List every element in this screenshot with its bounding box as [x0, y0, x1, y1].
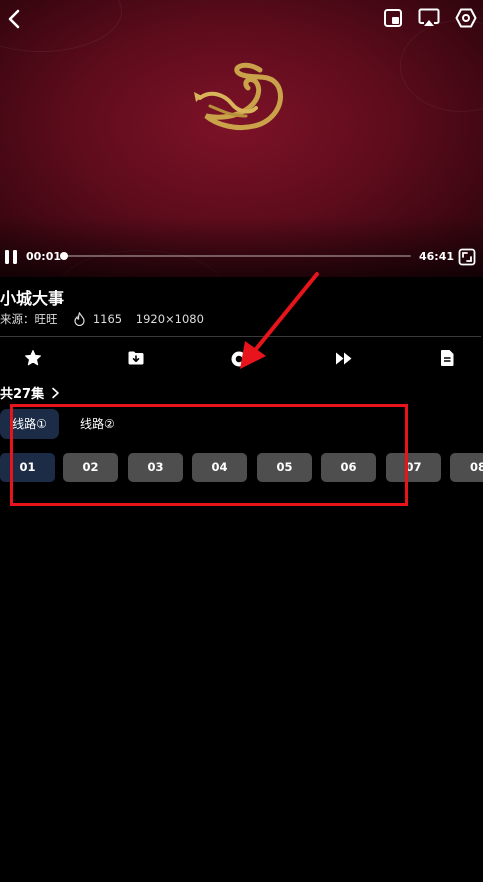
video-meta: 来源：旺旺 1165 1920×1080: [0, 311, 204, 327]
back-icon[interactable]: [4, 8, 24, 30]
view-count: 1165: [92, 312, 123, 326]
phoenix-logo: [194, 62, 283, 131]
chevron-right-icon: [51, 387, 59, 399]
episode-count-link[interactable]: 共27集: [0, 383, 60, 402]
annotation-highlight-box: [10, 404, 408, 506]
cast-screen-icon[interactable]: [418, 7, 440, 29]
total-time: 46:41: [419, 250, 455, 263]
progress-handle[interactable]: [60, 252, 68, 260]
picture-in-picture-icon[interactable]: [383, 8, 403, 28]
settings-icon[interactable]: [455, 7, 477, 29]
video-player[interactable]: 00:01 46:41: [0, 0, 483, 277]
background-cloud-decoration: [400, 20, 483, 112]
fast-forward-icon[interactable]: [335, 351, 353, 366]
fullscreen-icon[interactable]: [458, 248, 476, 266]
progress-bar[interactable]: [63, 255, 411, 257]
video-title: 小城大事: [0, 289, 65, 308]
resolution-label: 1920×1080: [135, 312, 204, 326]
pause-icon[interactable]: [3, 249, 19, 265]
document-icon[interactable]: [440, 349, 455, 367]
episode-count-label: 共27集: [0, 387, 45, 402]
current-time: 00:01: [26, 250, 62, 263]
episode-button[interactable]: 08: [450, 453, 483, 482]
star-icon[interactable]: [24, 349, 42, 367]
annotation-arrow: [240, 272, 319, 369]
source-label: 来源：旺旺: [0, 312, 58, 326]
download-icon[interactable]: [127, 350, 145, 366]
heat-flame-icon: [74, 312, 85, 326]
